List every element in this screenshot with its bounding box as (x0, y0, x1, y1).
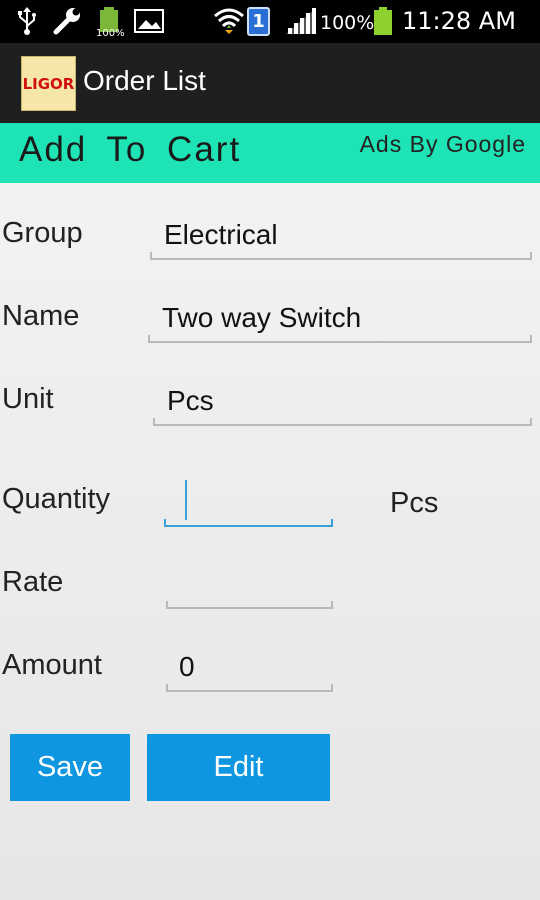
rate-input-underline (166, 601, 333, 609)
rate-label: Rate (2, 566, 64, 598)
quantity-input-underline (164, 519, 333, 527)
save-button[interactable]: Save (10, 734, 130, 801)
group-field-underline (150, 252, 532, 260)
amount-field[interactable]: 0 (179, 651, 195, 683)
ads-label[interactable]: Ads By Google (360, 131, 526, 158)
status-bar: 100% 1 100% 11:28 AM (0, 0, 540, 43)
group-field[interactable]: Electrical (164, 219, 278, 251)
group-label: Group (2, 217, 83, 249)
header-title: Add To Cart (19, 130, 242, 169)
name-field-underline (148, 335, 532, 343)
name-field[interactable]: Two way Switch (162, 302, 361, 334)
amount-label: Amount (2, 649, 102, 681)
name-label: Name (2, 300, 80, 332)
unit-label: Unit (2, 383, 54, 415)
battery-badge-text: 100% (96, 28, 125, 39)
wifi-icon (214, 8, 244, 34)
header-band: Add To Cart Ads By Google (0, 123, 540, 183)
rate-input[interactable] (180, 568, 320, 604)
signal-icon (286, 8, 316, 34)
image-icon (134, 9, 164, 33)
text-cursor (185, 480, 187, 520)
amount-field-underline (166, 684, 333, 692)
usb-icon (18, 7, 36, 35)
action-bar: LIGOR Order List (0, 43, 540, 123)
quantity-unit-label: Pcs (390, 487, 439, 519)
battery-percent: 100% (320, 12, 375, 34)
page-title: Order List (83, 65, 206, 96)
unit-field[interactable]: Pcs (167, 385, 214, 417)
wrench-icon (53, 8, 80, 35)
app-logo[interactable]: LIGOR (21, 56, 76, 111)
notification-badge: 1 (247, 7, 270, 36)
unit-field-underline (153, 418, 532, 426)
clock: 11:28 AM (402, 7, 516, 35)
quantity-label: Quantity (2, 483, 110, 515)
battery-icon (374, 7, 392, 35)
edit-button[interactable]: Edit (147, 734, 330, 801)
quantity-input[interactable] (180, 484, 320, 520)
